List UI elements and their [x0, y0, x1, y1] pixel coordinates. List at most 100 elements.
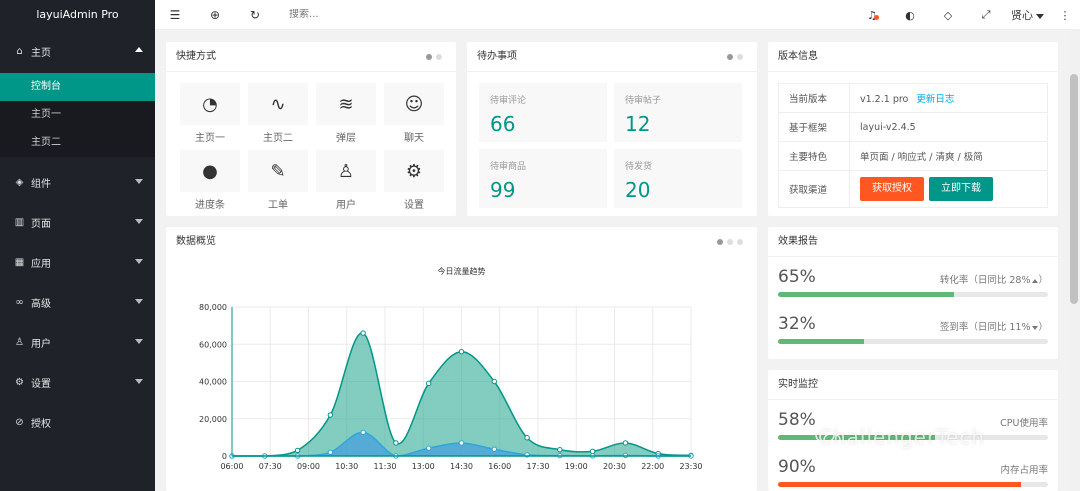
overview-title: 数据概览 [176, 236, 216, 247]
todo-item[interactable]: 待审商品 99 [479, 149, 607, 208]
progress-desc: 内存占用率 [1000, 465, 1048, 476]
todo-value: 12 [625, 112, 651, 136]
table-row: 获取渠道 获取授权 立即下载 [778, 170, 1048, 208]
todo-label: 待发货 [625, 162, 653, 172]
progress-fill [778, 292, 954, 297]
quick-label: 用户 [336, 200, 356, 211]
home-icon: ⌂ [16, 46, 23, 57]
quick-item[interactable]: ∿ 主页二 [248, 83, 308, 149]
todo-item[interactable]: 待发货 20 [614, 149, 742, 208]
gear-icon: ⚙ [384, 150, 444, 192]
top-header: ☰ ⊕ ↻ ♫ ◐ ◇ ⤢ 贤心 ⋮ [155, 0, 1080, 30]
chevron-down-icon [1036, 13, 1044, 19]
quick-item[interactable]: ✎ 工单 [248, 150, 308, 216]
form-icon: ✎ [248, 150, 308, 192]
more-icon[interactable]: ⋮ [1050, 9, 1080, 22]
todo-item[interactable]: 待审评论 66 [479, 83, 607, 142]
data-point [327, 412, 334, 418]
sidebar-item-console[interactable]: 控制台 [0, 73, 155, 101]
sidebar-group-pages[interactable]: ▥ 页面 [0, 202, 155, 242]
compass-icon: ● [180, 150, 240, 192]
progress-row: 65% 转化率（日同比 28%） [778, 267, 1048, 297]
chat-icon: ☺ [384, 83, 444, 125]
quick-item[interactable]: ◔ 主页一 [180, 83, 240, 149]
sidebar-group-users[interactable]: ♙ 用户 [0, 322, 155, 362]
layers-icon: ≋ [316, 83, 376, 125]
todo-label: 待审帖子 [625, 96, 662, 106]
quick-label: 弹层 [336, 133, 356, 144]
sidebar-group-components[interactable]: ◈ 组件 [0, 162, 155, 202]
quick-item[interactable]: ♙ 用户 [316, 150, 376, 216]
progress-bar [778, 292, 1048, 297]
version-key: 基于框架 [778, 112, 850, 142]
data-point [294, 447, 301, 454]
data-point [360, 429, 366, 436]
get-license-button[interactable]: 获取授权 [860, 177, 924, 201]
auth-icon: ⊘ [15, 416, 24, 428]
sidebar-group-auth[interactable]: ⊘ 授权 [0, 402, 155, 442]
data-point [393, 440, 399, 446]
x-tick-label: 23:30 [679, 462, 702, 471]
download-button[interactable]: 立即下载 [929, 177, 993, 201]
sidebar-group-settings[interactable]: ⚙ 设置 [0, 362, 155, 402]
search-input[interactable] [289, 9, 539, 20]
scrollbar-thumb[interactable] [1070, 74, 1078, 304]
quick-item[interactable]: ☺ 聊天 [384, 83, 444, 149]
x-tick-label: 10:30 [335, 462, 358, 471]
quick-item[interactable]: ≋ 弹层 [316, 83, 376, 149]
refresh-icon[interactable]: ↻ [235, 8, 275, 22]
note-icon[interactable]: ◇ [929, 9, 967, 22]
todo-grid: 待审评论 66 待审帖子 12 待审商品 99 待发货 20 [479, 83, 742, 208]
version-value: layui-v2.4.5 [849, 112, 1048, 142]
globe-icon[interactable]: ⊕ [195, 8, 235, 22]
carousel-dots[interactable] [426, 54, 442, 60]
card-title: 实时监控 [768, 370, 1058, 400]
bell-icon[interactable]: ♫ [853, 9, 891, 22]
quick-item[interactable]: ⚙ 设置 [384, 150, 444, 216]
gauge-icon: ◔ [180, 83, 240, 125]
version-key: 主要特色 [778, 141, 850, 171]
sidebar-group-apps[interactable]: ▦ 应用 [0, 242, 155, 282]
data-point [458, 440, 465, 446]
todo-card: 待办事项 待审评论 66 待审帖子 12 待审商品 99 待发货 20 [467, 42, 757, 216]
sidebar-group-label: 设置 [31, 378, 51, 390]
data-point [458, 349, 465, 355]
x-tick-label: 14:30 [450, 462, 473, 471]
card-title: 效果报告 [768, 227, 1058, 257]
effect-report-card: 效果报告 65% 转化率（日同比 28%） 32% 签到率（日同比 11%） [768, 227, 1058, 359]
carousel-dots[interactable] [717, 239, 743, 245]
user-menu[interactable]: 贤心 [1005, 7, 1050, 23]
sidebar-group-home[interactable]: ⌂ 主页 [0, 30, 155, 73]
sidebar-item-home-one[interactable]: 主页一 [0, 101, 155, 129]
version-value: 单页面 / 响应式 / 清爽 / 极简 [849, 141, 1048, 171]
app-logo[interactable]: layuiAdmin Pro [0, 0, 155, 30]
cube-icon: ◈ [15, 176, 24, 188]
trend-up-icon [1032, 278, 1039, 283]
senior-icon: ∞ [15, 296, 24, 308]
sidebar-group-label: 组件 [31, 178, 51, 190]
sidebar-group-label: 授权 [31, 418, 51, 430]
changelog-link[interactable]: 更新日志 [916, 94, 954, 105]
quick-item[interactable]: ● 进度条 [180, 150, 240, 216]
scrollbar[interactable] [1068, 30, 1080, 491]
sidebar-group-senior[interactable]: ∞ 高级 [0, 282, 155, 322]
sidebar-item-home-two[interactable]: 主页二 [0, 129, 155, 157]
card-title: 数据概览 [166, 227, 757, 257]
x-tick-label: 20:30 [603, 462, 626, 471]
data-point [589, 448, 596, 455]
progress-desc: CPU使用率 [1000, 418, 1048, 429]
sidebar: layuiAdmin Pro ⌂ 主页 控制台 主页一 主页二 ◈ 组件 ▥ 页… [0, 0, 155, 491]
todo-item[interactable]: 待审帖子 12 [614, 83, 742, 142]
todo-title: 待办事项 [477, 51, 517, 62]
theme-icon[interactable]: ◐ [891, 9, 929, 22]
quick-label: 主页二 [263, 133, 293, 144]
data-point [622, 440, 629, 446]
quick-label: 聊天 [404, 133, 424, 144]
carousel-dots[interactable] [727, 54, 743, 60]
menu-toggle-icon[interactable]: ☰ [155, 8, 195, 22]
y-tick-label: 0 [222, 452, 227, 461]
card-title: 快捷方式 [166, 42, 456, 72]
fullscreen-icon[interactable]: ⤢ [967, 8, 1005, 22]
x-tick-label: 11:30 [373, 462, 396, 471]
sidebar-group-label: 用户 [31, 338, 51, 350]
